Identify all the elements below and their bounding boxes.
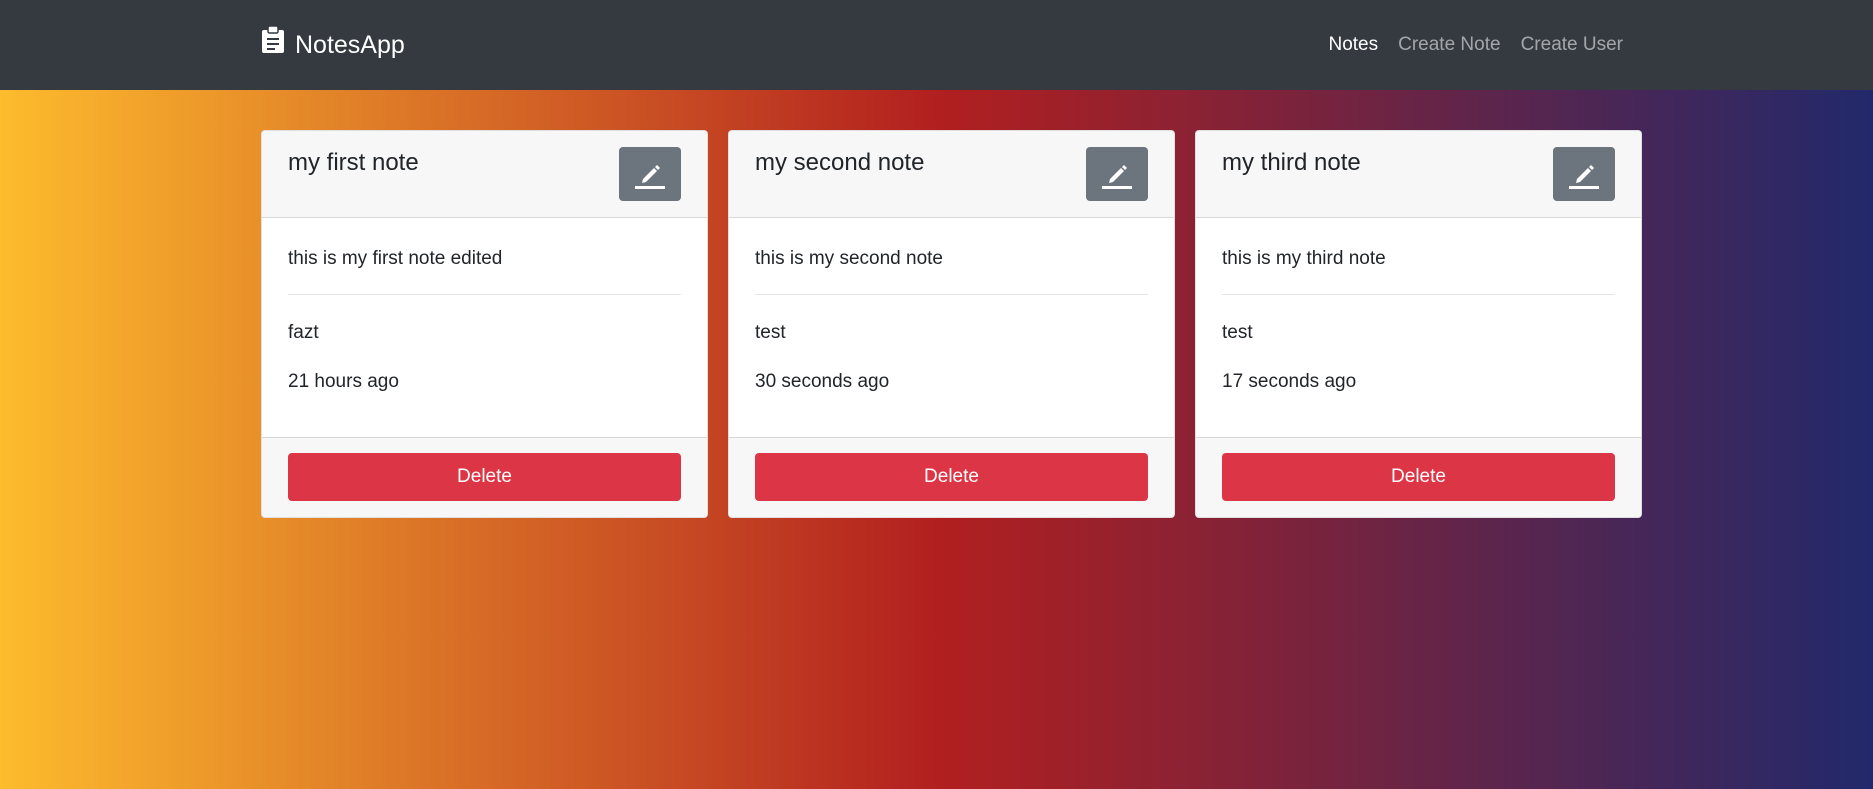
note-card-footer: Delete: [729, 437, 1174, 517]
nav-link-create-user[interactable]: Create User: [1521, 34, 1623, 56]
note-card-header: my third note: [1196, 131, 1641, 218]
brand-name: NotesApp: [295, 30, 405, 59]
divider: [755, 294, 1148, 295]
note-time: 17 seconds ago: [1222, 371, 1357, 392]
note-author: test: [1222, 322, 1253, 343]
note-card-header: my first note: [262, 131, 707, 218]
note-content: this is my third note: [1222, 248, 1386, 269]
divider: [288, 294, 681, 295]
note-card: my first note this is my first note edit…: [261, 130, 708, 518]
note-card-body: this is my first note edited fazt 21 hou…: [262, 218, 707, 437]
note-title: my third note: [1222, 149, 1361, 176]
edit-note-button[interactable]: [619, 147, 681, 201]
note-title: my first note: [288, 149, 419, 176]
note-content: this is my first note edited: [288, 248, 503, 269]
note-time: 30 seconds ago: [755, 371, 890, 392]
note-author: test: [755, 322, 786, 343]
note-title: my second note: [755, 149, 925, 176]
note-card: my third note this is my third note test…: [1195, 130, 1642, 518]
note-card-body: this is my second note test 30 seconds a…: [729, 218, 1174, 437]
delete-note-button[interactable]: Delete: [755, 453, 1148, 501]
navbar: NotesApp Notes Create Note Create User: [0, 0, 1873, 90]
pencil-icon: [635, 165, 665, 189]
pencil-icon: [1569, 165, 1599, 189]
nav-link-create-note[interactable]: Create Note: [1398, 34, 1500, 56]
note-card: my second note this is my second note te…: [728, 130, 1175, 518]
nav-links: Notes Create Note Create User: [1308, 34, 1623, 56]
note-card-footer: Delete: [1196, 437, 1641, 517]
note-time: 21 hours ago: [288, 371, 399, 392]
delete-note-button[interactable]: Delete: [288, 453, 681, 501]
notes-list: my first note this is my first note edit…: [261, 130, 1642, 518]
note-content: this is my second note: [755, 248, 943, 269]
note-card-footer: Delete: [262, 437, 707, 517]
nav-link-notes[interactable]: Notes: [1328, 34, 1378, 56]
clipboard-icon: [261, 25, 285, 54]
divider: [1222, 294, 1615, 295]
brand-link[interactable]: NotesApp: [261, 25, 405, 60]
edit-note-button[interactable]: [1553, 147, 1615, 201]
note-card-header: my second note: [729, 131, 1174, 218]
delete-note-button[interactable]: Delete: [1222, 453, 1615, 501]
note-author: fazt: [288, 322, 319, 343]
note-card-body: this is my third note test 17 seconds ag…: [1196, 218, 1641, 437]
edit-note-button[interactable]: [1086, 147, 1148, 201]
pencil-icon: [1102, 165, 1132, 189]
